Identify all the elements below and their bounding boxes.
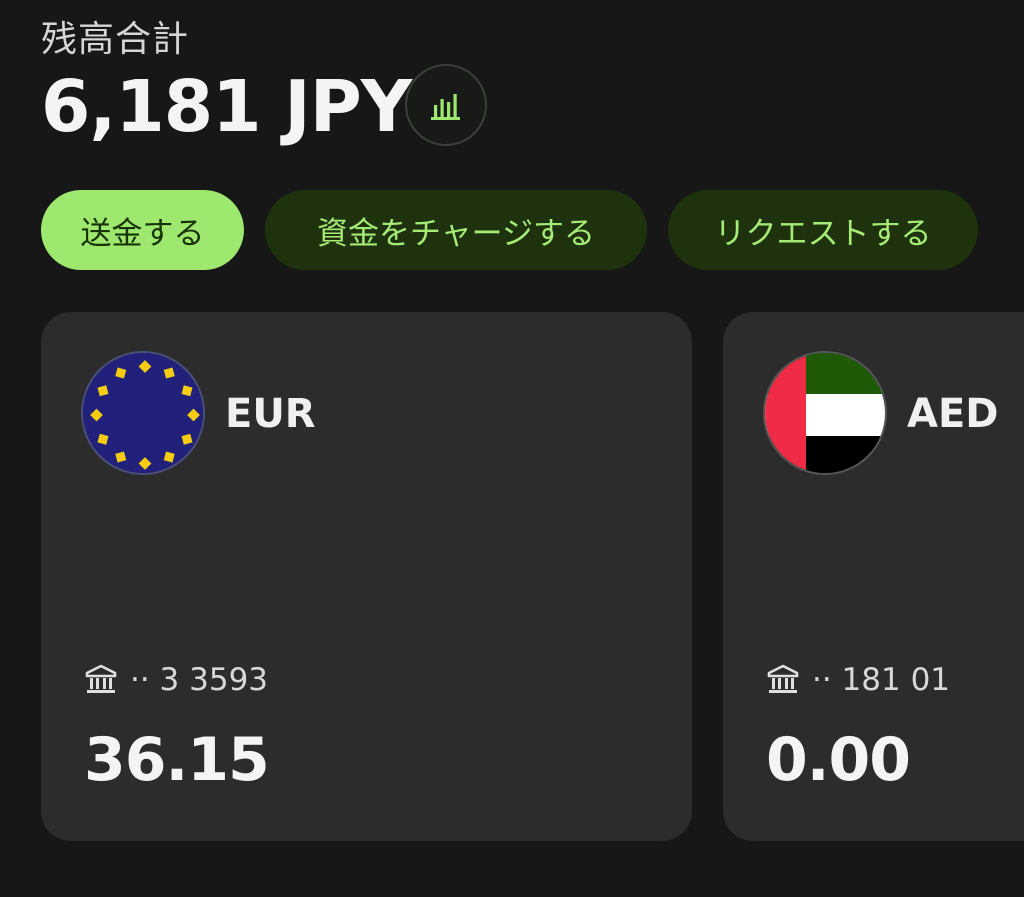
- uae-flag-icon: [763, 351, 887, 475]
- total-balance-amount: 6,181 JPY: [41, 65, 412, 148]
- insights-chart-button[interactable]: [405, 64, 487, 146]
- add-money-button[interactable]: 資金をチャージする: [265, 190, 647, 270]
- balance-overview-screen: 残高合計 6,181 JPY 送金する 資金をチャージする リクエストする EU…: [0, 0, 1024, 897]
- bar-chart-icon: [431, 94, 460, 120]
- total-balance-label: 残高合計: [41, 19, 190, 60]
- account-card-eur[interactable]: EUR ·· 3 3593 36.15: [41, 312, 692, 841]
- account-details: ·· 181 01: [766, 662, 950, 698]
- send-button[interactable]: 送金する: [41, 190, 244, 270]
- account-balance: 0.00: [766, 725, 911, 795]
- bank-icon: [85, 664, 117, 693]
- account-details: ·· 3 3593: [84, 662, 268, 698]
- currency-code: EUR: [225, 391, 316, 437]
- account-balance: 36.15: [84, 725, 270, 795]
- account-card-aed[interactable]: AED ·· 181 01 0.00: [723, 312, 1024, 841]
- currency-code: AED: [907, 391, 999, 437]
- bank-icon: [767, 664, 799, 693]
- request-button[interactable]: リクエストする: [668, 190, 978, 270]
- eu-flag-icon: [81, 351, 205, 475]
- account-number-mask: ·· 181 01: [812, 662, 951, 698]
- account-number-mask: ·· 3 3593: [130, 662, 269, 698]
